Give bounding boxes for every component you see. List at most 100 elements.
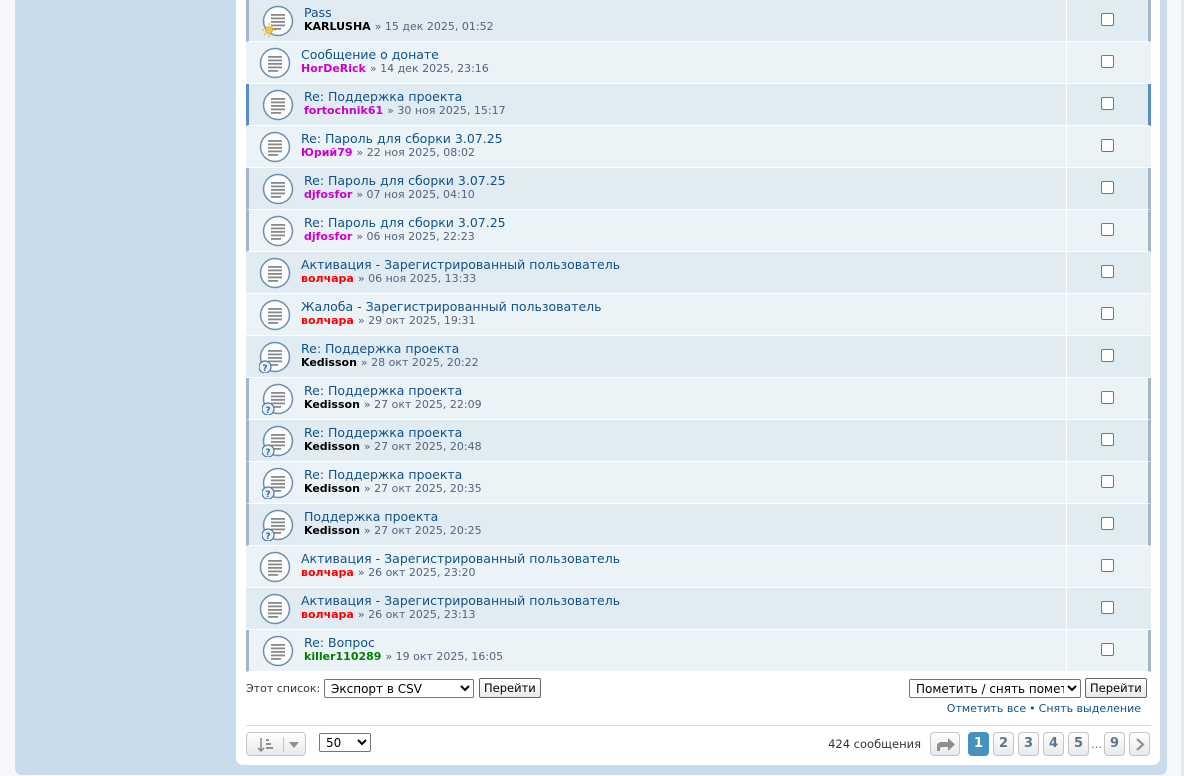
author-link[interactable]: fortochnik61 <box>304 104 383 117</box>
mark-select[interactable]: Пометить / снять пометку <box>909 679 1081 698</box>
message-count: 424 сообщения <box>828 737 921 751</box>
message-row[interactable]: Активация - Зарегистрированный пользоват… <box>246 546 1151 588</box>
author-link[interactable]: Kedisson <box>304 440 360 453</box>
message-date: » 27 окт 2025, 20:35 <box>363 482 482 495</box>
message-row[interactable]: Активация - Зарегистрированный пользоват… <box>246 252 1151 294</box>
author-link[interactable]: Kedisson <box>304 524 360 537</box>
column-separator <box>1066 462 1067 504</box>
select-checkbox[interactable] <box>1101 601 1114 614</box>
message-title-link[interactable]: Активация - Зарегистрированный пользоват… <box>301 257 620 272</box>
author-link[interactable]: волчара <box>301 272 354 285</box>
author-link[interactable]: djfosfor <box>304 188 352 201</box>
message-title-link[interactable]: Жалоба - Зарегистрированный пользователь <box>301 299 602 314</box>
message-title-link[interactable]: Pass <box>304 5 494 20</box>
author-link[interactable]: Юрий79 <box>301 146 353 159</box>
author-link[interactable]: волчара <box>301 566 354 579</box>
select-checkbox[interactable] <box>1101 55 1114 68</box>
select-checkbox[interactable] <box>1101 181 1114 194</box>
message-title-link[interactable]: Re: Пароль для сборки 3.07.25 <box>304 173 506 188</box>
export-go-button[interactable]: Перейти <box>479 678 541 698</box>
svg-text:?: ? <box>265 490 270 499</box>
message-row[interactable]: Re: Пароль для сборки 3.07.25 Юрий79» 22 … <box>246 126 1151 168</box>
select-checkbox[interactable] <box>1101 139 1114 152</box>
column-separator <box>1066 252 1067 294</box>
message-row[interactable]: Активация - Зарегистрированный пользоват… <box>246 588 1151 630</box>
list-label: Этот список: <box>246 682 321 695</box>
message-meta: Kedisson» 27 окт 2025, 20:25 <box>304 524 482 538</box>
message-row[interactable]: Сообщение о донате HorDeRick» 14 дек 2025… <box>246 42 1151 84</box>
message-row[interactable]: Re: Вопрос killer110289 » 19 окт 2025, 16:… <box>246 630 1151 672</box>
page-2-button[interactable]: 2 <box>993 732 1014 756</box>
message-title-link[interactable]: Re: Поддержка проекта <box>304 89 506 104</box>
select-checkbox[interactable] <box>1101 559 1114 572</box>
unmark-all-link[interactable]: Снять выделение <box>1039 702 1141 715</box>
jump-arrow-icon <box>937 738 955 751</box>
page-5-button[interactable]: 5 <box>1068 732 1089 756</box>
message-list: Pass KARLUSHA» 15 дек 2025, 01:52 Сообщени… <box>246 0 1151 672</box>
page-1-button[interactable]: 1 <box>968 732 989 756</box>
message-meta: волчара» 06 ноя 2025, 13:33 <box>301 272 620 286</box>
author-link[interactable]: KARLUSHA <box>304 20 371 33</box>
message-row[interactable]: ? Re: Поддержка проекта Kedisson» 27 окт 2… <box>246 462 1151 504</box>
sort-dropdown-button[interactable] <box>246 732 306 756</box>
select-checkbox[interactable] <box>1101 391 1114 404</box>
message-meta: djfosfor » 07 ноя 2025, 04:10 <box>304 188 506 202</box>
select-checkbox[interactable] <box>1101 265 1114 278</box>
select-checkbox[interactable] <box>1101 517 1114 530</box>
page-3-button[interactable]: 3 <box>1018 732 1039 756</box>
author-link[interactable]: волчара <box>301 608 354 621</box>
message-title-link[interactable]: Re: Поддержка проекта <box>304 383 482 398</box>
select-checkbox[interactable] <box>1101 97 1114 110</box>
message-title-link[interactable]: Re: Поддержка проекта <box>304 425 482 440</box>
message-title-link[interactable]: Re: Вопрос <box>304 635 503 650</box>
per-page-select[interactable]: 50 <box>319 733 371 752</box>
message-title-link[interactable]: Активация - Зарегистрированный пользоват… <box>301 551 620 566</box>
message-row[interactable]: Жалоба - Зарегистрированный пользователь… <box>246 294 1151 336</box>
page-4-button[interactable]: 4 <box>1043 732 1064 756</box>
message-title-link[interactable]: Сообщение о донате <box>301 47 489 62</box>
select-checkbox[interactable] <box>1101 433 1114 446</box>
page-last-button[interactable]: 9 <box>1104 732 1125 756</box>
select-checkbox[interactable] <box>1101 349 1114 362</box>
message-title-link[interactable]: Поддержка проекта <box>304 509 482 524</box>
jump-to-page-button[interactable] <box>930 732 960 756</box>
message-icon: ? <box>261 467 294 500</box>
message-row[interactable]: Re: Пароль для сборки 3.07.25 djfosfor » 0… <box>246 168 1151 210</box>
chevron-right-icon <box>1136 738 1145 751</box>
message-title-link[interactable]: Активация - Зарегистрированный пользоват… <box>301 593 620 608</box>
select-checkbox[interactable] <box>1101 643 1114 656</box>
author-link[interactable]: killer110289 <box>304 650 381 663</box>
column-separator <box>1066 168 1067 210</box>
message-title-link[interactable]: Re: Поддержка проекта <box>301 341 479 356</box>
select-checkbox[interactable] <box>1101 475 1114 488</box>
next-page-button[interactable] <box>1129 732 1150 756</box>
message-date: » 27 окт 2025, 20:48 <box>363 440 482 453</box>
message-row[interactable]: ? Re: Поддержка проекта Kedisson» 28 окт 2… <box>246 336 1151 378</box>
select-checkbox[interactable] <box>1101 13 1114 26</box>
author-link[interactable]: djfosfor <box>304 230 352 243</box>
message-icon: ? <box>261 425 294 458</box>
author-link[interactable]: Kedisson <box>304 398 360 411</box>
mark-all-link[interactable]: Отметить все <box>947 702 1026 715</box>
column-separator <box>1066 546 1067 588</box>
message-row[interactable]: Re: Поддержка проекта fortochnik61 » 30 но… <box>246 84 1151 126</box>
mark-go-button[interactable]: Перейти <box>1085 678 1147 698</box>
author-link[interactable]: HorDeRick <box>301 62 366 75</box>
export-select[interactable]: Экспорт в CSV <box>324 679 474 698</box>
message-title-link[interactable]: Re: Поддержка проекта <box>304 467 482 482</box>
message-title-link[interactable]: Re: Пароль для сборки 3.07.25 <box>301 131 503 146</box>
select-checkbox[interactable] <box>1101 307 1114 320</box>
message-row[interactable]: ? Поддержка проекта Kedisson» 27 окт 2025,… <box>246 504 1151 546</box>
select-checkbox[interactable] <box>1101 223 1114 236</box>
author-link[interactable]: Kedisson <box>304 482 360 495</box>
links-separator: • <box>1029 702 1036 715</box>
message-row[interactable]: Pass KARLUSHA» 15 дек 2025, 01:52 <box>246 0 1151 42</box>
message-row[interactable]: ? Re: Поддержка проекта Kedisson» 27 окт 2… <box>246 378 1151 420</box>
author-link[interactable]: Kedisson <box>301 356 357 369</box>
message-text: Re: Поддержка проекта Kedisson» 27 окт 20… <box>304 467 482 496</box>
message-title-link[interactable]: Re: Пароль для сборки 3.07.25 <box>304 215 506 230</box>
author-link[interactable]: волчара <box>301 314 354 327</box>
message-date: » 14 дек 2025, 23:16 <box>369 62 489 75</box>
message-row[interactable]: Re: Пароль для сборки 3.07.25 djfosfor » 0… <box>246 210 1151 252</box>
message-row[interactable]: ? Re: Поддержка проекта Kedisson» 27 окт 2… <box>246 420 1151 462</box>
